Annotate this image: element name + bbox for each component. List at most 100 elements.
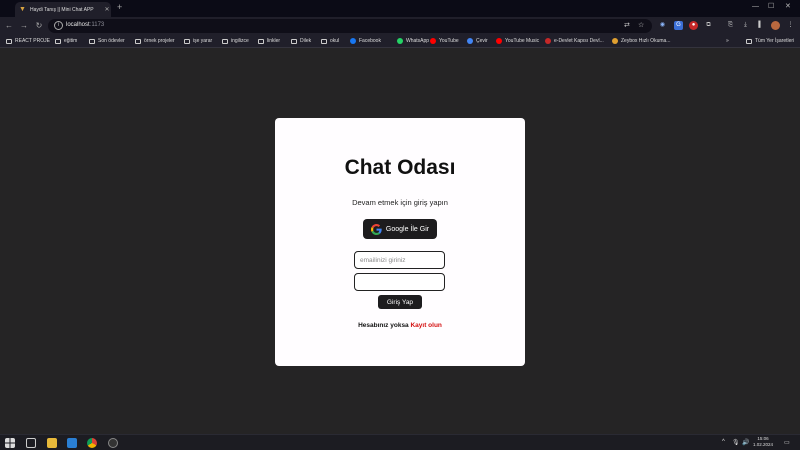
reload-icon[interactable]: ↻ <box>34 21 44 31</box>
translate-icon <box>467 38 473 44</box>
back-icon[interactable]: ← <box>4 21 14 31</box>
bookmark-label: YouTube Music <box>505 38 540 44</box>
bookmark-item[interactable]: Dilek <box>291 38 311 44</box>
bookmark-label: Son ödevler <box>98 38 125 44</box>
profile-avatar[interactable] <box>771 21 780 30</box>
bookmark-label: Facebook <box>359 38 381 44</box>
signup-link[interactable]: Kayıt olun <box>410 322 441 329</box>
google-login-button[interactable]: Google İle Gir <box>363 219 437 239</box>
file-explorer-icon[interactable] <box>47 438 57 448</box>
bookmark-item[interactable]: YouTube Music <box>496 38 539 44</box>
google-logo-icon <box>370 223 382 235</box>
signup-prompt-text: Hesabınız yoksa <box>358 322 411 329</box>
extensions-puzzle-icon[interactable]: ⧉ <box>704 21 713 30</box>
signup-prompt: Hesabınız yoksa Kayıt olun <box>275 322 525 329</box>
bookmark-item[interactable]: REACT PROJE <box>6 38 50 44</box>
bookmark-star-icon[interactable]: ☆ <box>638 21 644 29</box>
taskbar: ^ 🎙 🔊 15:06 1.02.2024 ▭ <box>0 434 800 450</box>
extension-audio-icon[interactable]: ◉ <box>658 21 667 30</box>
bookmark-item[interactable]: Çevir <box>467 38 488 44</box>
bookmark-label: YouTube <box>439 38 459 44</box>
folder-icon <box>291 38 297 44</box>
email-field[interactable] <box>354 251 445 269</box>
all-bookmarks-button[interactable]: Tüm Yer İşaretleri <box>746 38 794 44</box>
bookmark-label: eğitim <box>64 38 78 44</box>
extension-red-icon[interactable]: ● <box>689 21 698 30</box>
bookmark-label: Dilek <box>300 38 312 44</box>
media-control-icon[interactable]: ⎘ <box>726 21 735 30</box>
folder-icon <box>6 38 12 44</box>
browser-tab[interactable]: ▼ Haydi Tanış || Mini Chat APP ✕ <box>15 2 111 17</box>
download-icon[interactable]: ⤓ <box>741 21 750 30</box>
vscode-icon[interactable] <box>67 438 77 448</box>
bookmark-item[interactable]: linkler <box>258 38 280 44</box>
youtube-icon <box>430 38 436 44</box>
bookmarks-overflow-button[interactable]: » <box>726 38 729 44</box>
bookmark-label: e-Devlet Kapısı Devl... <box>554 38 604 44</box>
bookmark-label: Zeybox Hızlı Okuma... <box>621 38 671 44</box>
menu-kebab-icon[interactable]: ⋮ <box>786 21 795 30</box>
extension-translate-icon[interactable]: G <box>674 21 683 30</box>
bookmark-item[interactable]: WhatsApp <box>397 38 429 44</box>
new-tab-icon[interactable]: + <box>117 3 122 12</box>
volume-icon[interactable]: 🔊 <box>742 439 749 446</box>
maximize-icon[interactable]: ☐ <box>768 3 774 11</box>
site-info-icon[interactable]: i <box>54 21 63 30</box>
side-panel-icon[interactable]: ▌ <box>756 21 765 30</box>
folder-icon <box>222 38 228 44</box>
whatsapp-icon <box>397 38 403 44</box>
folder-icon <box>258 38 264 44</box>
bookmark-label: işe yarar <box>193 38 213 44</box>
site-favicon-icon: ▼ <box>19 6 26 13</box>
youtube-music-icon <box>496 38 502 44</box>
bookmark-label: REACT PROJE <box>15 38 50 44</box>
bookmark-item[interactable]: Son ödevler <box>89 38 125 44</box>
google-login-label: Google İle Gir <box>385 225 430 233</box>
bookmark-item[interactable]: Zeybox Hızlı Okuma... <box>612 38 670 44</box>
login-subtitle: Devam etmek için giriş yapın <box>352 198 448 207</box>
edevlet-icon <box>545 38 551 44</box>
folder-icon <box>746 38 752 44</box>
bookmark-item[interactable]: Facebook <box>350 38 381 44</box>
tray-chevron-up-icon[interactable]: ^ <box>722 439 725 445</box>
task-view-icon[interactable] <box>26 438 36 448</box>
folder-icon <box>321 38 327 44</box>
bookmark-item[interactable]: işe yarar <box>184 38 212 44</box>
chrome-icon[interactable] <box>87 438 97 448</box>
all-bookmarks-label: Tüm Yer İşaretleri <box>755 38 795 44</box>
bookmark-item[interactable]: okul <box>321 38 339 44</box>
bookmark-item[interactable]: örnek projeler <box>135 38 175 44</box>
address-bar[interactable]: i localhost:1173 ⇄ ☆ <box>48 19 652 33</box>
bookmark-label: örnek projeler <box>144 38 175 44</box>
folder-icon <box>55 38 61 44</box>
bookmark-label: WhatsApp <box>406 38 430 44</box>
taskbar-clock[interactable]: 15:06 1.02.2024 <box>750 436 776 448</box>
bookmark-item[interactable]: YouTube <box>430 38 459 44</box>
bookmark-item[interactable]: e-Devlet Kapısı Devl... <box>545 38 604 44</box>
folder-icon <box>89 38 95 44</box>
bookmark-label: Çevir <box>476 38 488 44</box>
url-text: localhost:1173 <box>66 22 105 28</box>
translate-page-icon[interactable]: ⇄ <box>624 21 630 29</box>
login-button[interactable]: Giriş Yap <box>378 295 422 309</box>
tab-strip: ▼ Haydi Tanış || Mini Chat APP ✕ + — ☐ ✕ <box>0 0 800 17</box>
close-window-icon[interactable]: ✕ <box>785 3 791 11</box>
folder-icon <box>135 38 141 44</box>
windows-start-icon[interactable] <box>5 438 15 448</box>
close-tab-icon[interactable]: ✕ <box>103 6 111 13</box>
obs-icon[interactable] <box>108 438 118 448</box>
tab-title: Haydi Tanış || Mini Chat APP <box>30 6 94 13</box>
minimize-icon[interactable]: — <box>752 3 759 11</box>
facebook-icon <box>350 38 356 44</box>
bookmark-item[interactable]: ingilizce <box>222 38 249 44</box>
password-field[interactable] <box>354 273 445 291</box>
bookmark-label: ingilizce <box>231 38 249 44</box>
page-title: Chat Odası <box>344 156 456 179</box>
forward-icon[interactable]: → <box>19 21 29 31</box>
folder-icon <box>184 38 190 44</box>
microphone-icon[interactable]: 🎙 <box>732 439 740 446</box>
bookmarks-bar: REACT PROJE eğitim Son ödevler örnek projel… <box>0 35 800 48</box>
zeybox-icon <box>612 38 618 44</box>
notification-icon[interactable]: ▭ <box>784 439 790 446</box>
bookmark-item[interactable]: eğitim <box>55 38 77 44</box>
